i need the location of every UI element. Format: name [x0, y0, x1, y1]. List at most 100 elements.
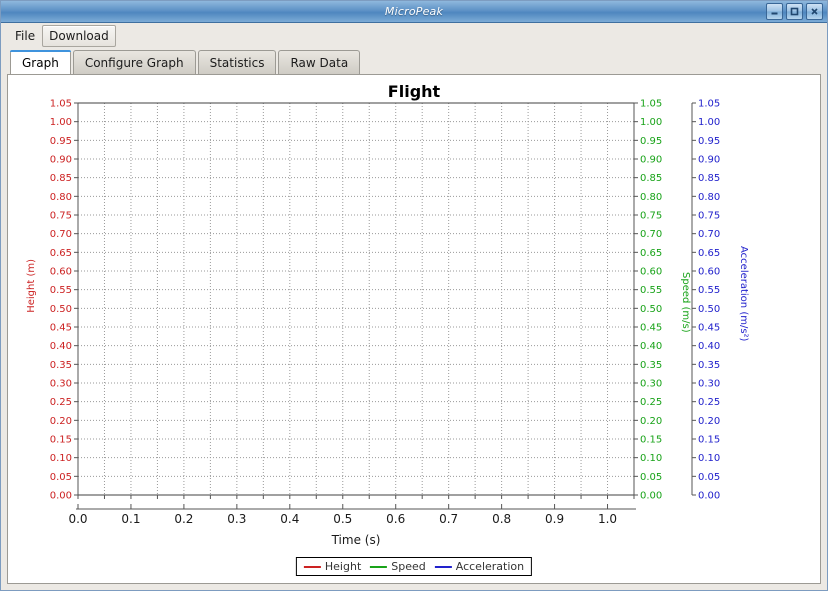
legend-label-speed: Speed [391, 560, 425, 573]
svg-text:0.60: 0.60 [698, 267, 720, 278]
svg-text:0.7: 0.7 [439, 512, 458, 526]
graph-panel: Flight 0.000.050.100.150.200.250.300.350… [7, 74, 821, 584]
svg-text:0.40: 0.40 [698, 341, 720, 352]
svg-text:0.20: 0.20 [640, 416, 662, 427]
svg-text:0.00: 0.00 [50, 491, 72, 502]
y-axis-left-title: Height (m) [26, 259, 37, 313]
svg-text:0.0: 0.0 [68, 512, 87, 526]
svg-text:1.05: 1.05 [698, 99, 720, 110]
svg-text:0.60: 0.60 [640, 267, 662, 278]
svg-text:0.15: 0.15 [698, 435, 720, 446]
svg-text:0.25: 0.25 [698, 397, 720, 408]
svg-text:0.85: 0.85 [640, 173, 662, 184]
svg-text:0.20: 0.20 [50, 416, 72, 427]
legend-label-acceleration: Acceleration [456, 560, 524, 573]
svg-text:0.70: 0.70 [640, 229, 662, 240]
svg-text:0.80: 0.80 [640, 192, 662, 203]
svg-text:0.00: 0.00 [698, 491, 720, 502]
menu-item-download[interactable]: Download [42, 25, 116, 47]
svg-text:0.90: 0.90 [640, 155, 662, 166]
svg-text:0.25: 0.25 [640, 397, 662, 408]
svg-text:0.6: 0.6 [386, 512, 405, 526]
svg-text:0.15: 0.15 [50, 435, 72, 446]
svg-text:0.05: 0.05 [640, 472, 662, 483]
minimize-button[interactable] [766, 3, 783, 20]
x-axis-title: Time (s) [8, 533, 704, 547]
svg-text:0.55: 0.55 [50, 285, 72, 296]
svg-text:0.1: 0.1 [121, 512, 140, 526]
svg-text:0.45: 0.45 [640, 323, 662, 334]
svg-text:0.35: 0.35 [698, 360, 720, 371]
svg-text:0.00: 0.00 [640, 491, 662, 502]
svg-text:0.50: 0.50 [698, 304, 720, 315]
svg-text:0.80: 0.80 [698, 192, 720, 203]
svg-text:0.50: 0.50 [640, 304, 662, 315]
svg-text:0.10: 0.10 [640, 453, 662, 464]
svg-text:0.50: 0.50 [50, 304, 72, 315]
chart-legend: Height Speed Acceleration [296, 557, 532, 576]
svg-text:0.75: 0.75 [50, 211, 72, 222]
application-window: MicroPeak File Download Graph Configure … [0, 0, 828, 591]
svg-text:0.5: 0.5 [333, 512, 352, 526]
svg-text:0.65: 0.65 [698, 248, 720, 259]
svg-text:1.00: 1.00 [698, 117, 720, 128]
svg-text:0.90: 0.90 [698, 155, 720, 166]
tab-raw-data[interactable]: Raw Data [278, 50, 360, 74]
svg-text:0.10: 0.10 [698, 453, 720, 464]
svg-text:0.55: 0.55 [640, 285, 662, 296]
legend-entry-height: Height [304, 560, 361, 573]
svg-text:0.40: 0.40 [50, 341, 72, 352]
close-button[interactable] [806, 3, 823, 20]
legend-label-height: Height [325, 560, 361, 573]
svg-text:0.30: 0.30 [50, 379, 72, 390]
flight-chart: 0.00 0.05 0.10 0.15 0.20 0.25 0.30 0.35 0.40 0.45… [8, 75, 821, 584]
svg-text:0.20: 0.20 [698, 416, 720, 427]
maximize-button[interactable] [786, 3, 803, 20]
svg-text:1.0: 1.0 [598, 512, 617, 526]
svg-text:0.15: 0.15 [640, 435, 662, 446]
svg-text:0.3: 0.3 [227, 512, 246, 526]
svg-text:0.70: 0.70 [698, 229, 720, 240]
svg-text:0.95: 0.95 [640, 136, 662, 147]
legend-entry-speed: Speed [370, 560, 425, 573]
svg-text:0.10: 0.10 [50, 453, 72, 464]
window-controls [766, 3, 823, 20]
svg-text:0.35: 0.35 [640, 360, 662, 371]
svg-text:0.65: 0.65 [640, 248, 662, 259]
tab-statistics[interactable]: Statistics [198, 50, 277, 74]
window-title: MicroPeak [385, 5, 443, 18]
svg-text:0.30: 0.30 [698, 379, 720, 390]
svg-text:0.4: 0.4 [280, 512, 299, 526]
svg-text:0.35: 0.35 [50, 360, 72, 371]
tab-graph[interactable]: Graph [10, 50, 71, 74]
svg-text:1.05: 1.05 [50, 99, 72, 110]
svg-text:0.85: 0.85 [50, 173, 72, 184]
svg-text:0.75: 0.75 [698, 211, 720, 222]
svg-text:0.95: 0.95 [50, 136, 72, 147]
legend-swatch-acceleration [435, 566, 452, 568]
svg-text:0.2: 0.2 [174, 512, 193, 526]
svg-text:0.70: 0.70 [50, 229, 72, 240]
y-axis-right2-title: Acceleration (m/s²) [738, 246, 749, 341]
svg-text:0.65: 0.65 [50, 248, 72, 259]
svg-text:0.40: 0.40 [640, 341, 662, 352]
svg-text:0.80: 0.80 [50, 192, 72, 203]
svg-text:0.9: 0.9 [545, 512, 564, 526]
tab-configure-graph[interactable]: Configure Graph [73, 50, 196, 74]
svg-text:0.95: 0.95 [698, 136, 720, 147]
menu-item-file[interactable]: File [8, 25, 42, 47]
title-bar: MicroPeak [1, 1, 827, 23]
menu-bar: File Download [1, 23, 827, 49]
svg-text:0.45: 0.45 [50, 323, 72, 334]
svg-text:0.55: 0.55 [698, 285, 720, 296]
svg-text:0.05: 0.05 [50, 472, 72, 483]
legend-swatch-speed [370, 566, 387, 568]
svg-text:0.85: 0.85 [698, 173, 720, 184]
svg-text:0.60: 0.60 [50, 267, 72, 278]
svg-text:0.45: 0.45 [698, 323, 720, 334]
svg-text:0.8: 0.8 [492, 512, 511, 526]
y-axis-right1-title: Speed (m/s) [680, 272, 691, 333]
svg-text:1.00: 1.00 [50, 117, 72, 128]
legend-entry-acceleration: Acceleration [435, 560, 524, 573]
svg-text:1.00: 1.00 [640, 117, 662, 128]
